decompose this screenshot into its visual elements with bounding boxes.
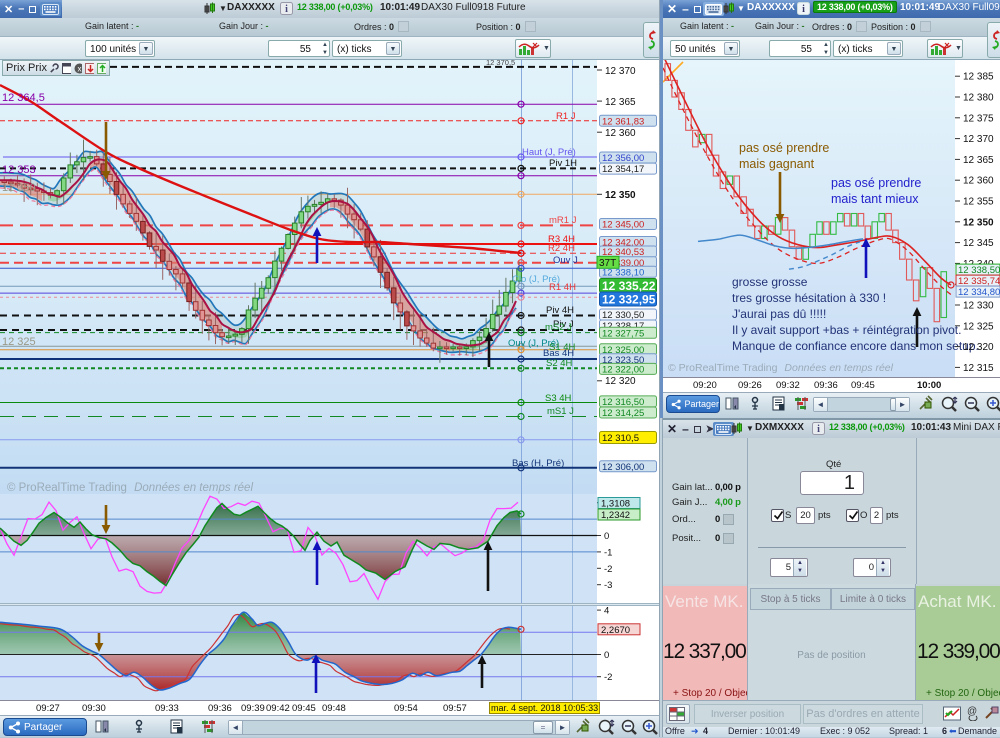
svg-text:12 360: 12 360 — [963, 176, 994, 187]
svg-text:12 330: 12 330 — [963, 301, 994, 312]
svg-text:J'aurai pas dû !!!!!: J'aurai pas dû !!!!! — [732, 307, 826, 321]
svg-text:12 356,00: 12 356,00 — [602, 153, 644, 164]
svg-text:pas osé prendre: pas osé prendre — [739, 141, 829, 155]
svg-text:12 365: 12 365 — [963, 155, 994, 166]
svg-text:12 322,00: 12 322,00 — [602, 365, 644, 376]
svg-text:mais gagnant: mais gagnant — [739, 157, 815, 171]
svg-text:Piv 4H: Piv 4H — [546, 305, 574, 316]
svg-text:12 335,22: 12 335,22 — [602, 279, 656, 293]
svg-text:37T: 37T — [599, 258, 616, 269]
svg-text:mS1 J: mS1 J — [547, 406, 574, 417]
svg-text:12 360: 12 360 — [605, 128, 636, 139]
svg-text:12 327,75: 12 327,75 — [602, 328, 644, 339]
svg-text:0: 0 — [604, 650, 609, 661]
svg-text:12 345,00: 12 345,00 — [602, 220, 644, 231]
svg-text:1,3108: 1,3108 — [601, 499, 630, 510]
svg-text:12 345: 12 345 — [963, 238, 994, 249]
svg-text:-1: -1 — [604, 547, 612, 558]
svg-text:12 332,95: 12 332,95 — [602, 292, 656, 306]
svg-text:Il y avait support +bas + réin: Il y avait support +bas + réintégration … — [732, 323, 961, 337]
svg-text:grosse grosse: grosse grosse — [732, 275, 808, 289]
svg-text:12 361,83: 12 361,83 — [602, 116, 644, 127]
svg-text:12 385: 12 385 — [963, 72, 994, 83]
svg-text:12 320: 12 320 — [605, 376, 636, 387]
svg-text:1,2342: 1,2342 — [601, 510, 630, 521]
svg-text:12 320: 12 320 — [963, 342, 994, 353]
svg-text:12 350: 12 350 — [605, 190, 636, 201]
svg-text:12 338,50: 12 338,50 — [958, 265, 1000, 276]
svg-text:12 350: 12 350 — [2, 182, 36, 194]
svg-text:Piv 1H: Piv 1H — [549, 158, 577, 169]
svg-text:12 350: 12 350 — [963, 217, 994, 228]
svg-text:12 335,74: 12 335,74 — [958, 276, 1000, 287]
svg-text:12 338,10: 12 338,10 — [602, 267, 644, 278]
svg-text:Bas (H, Pré): Bas (H, Pré) — [512, 458, 564, 469]
svg-text:R2 4H: R2 4H — [548, 243, 575, 254]
svg-text:12 325: 12 325 — [2, 336, 36, 348]
svg-text:mR1 J: mR1 J — [549, 215, 577, 226]
svg-text:i: i — [285, 4, 288, 15]
svg-text:4: 4 — [604, 606, 609, 617]
svg-text:-2: -2 — [604, 672, 612, 683]
svg-text:12 306,00: 12 306,00 — [602, 462, 644, 473]
svg-text:tres grosse hésitation à 330 !: tres grosse hésitation à 330 ! — [732, 291, 886, 305]
svg-text:0: 0 — [604, 531, 609, 542]
svg-text:mS2 J: mS2 J — [545, 322, 572, 333]
svg-text:Haut (J, Pré): Haut (J, Pré) — [522, 147, 576, 158]
svg-text:R1 4H: R1 4H — [549, 282, 576, 293]
svg-text:12 334,80: 12 334,80 — [958, 287, 1000, 298]
svg-text:12 315: 12 315 — [963, 363, 994, 374]
svg-text:i: i — [817, 424, 820, 435]
svg-text:x: x — [77, 64, 81, 73]
svg-text:12 365: 12 365 — [605, 97, 636, 108]
svg-text:12 314,25: 12 314,25 — [602, 408, 644, 419]
svg-text:Manque de confiance encore dan: Manque de confiance encore dans mon setu… — [732, 339, 979, 353]
svg-text:mais tant mieux: mais tant mieux — [831, 192, 919, 206]
svg-text:12 354,17: 12 354,17 — [602, 164, 644, 175]
svg-text:12 310,5: 12 310,5 — [602, 433, 639, 444]
svg-text:12 355: 12 355 — [963, 197, 994, 208]
svg-text:S3 4H: S3 4H — [545, 393, 572, 404]
svg-text:R1 J: R1 J — [556, 111, 576, 122]
svg-text:-2: -2 — [604, 564, 612, 575]
svg-text:12 370,5: 12 370,5 — [486, 60, 515, 67]
svg-text:12 353: 12 353 — [2, 164, 36, 176]
svg-text:Ouv J: Ouv J — [553, 255, 578, 266]
svg-text:@: @ — [967, 706, 977, 717]
svg-text:12 325: 12 325 — [963, 321, 994, 332]
svg-text:i: i — [802, 4, 805, 15]
svg-text:-3: -3 — [604, 580, 612, 591]
svg-text:12 370: 12 370 — [605, 66, 636, 77]
svg-text:12 370: 12 370 — [963, 134, 994, 145]
svg-text:2,2670: 2,2670 — [601, 625, 630, 636]
svg-text:12 364,5: 12 364,5 — [2, 92, 45, 104]
svg-text:12 330,50: 12 330,50 — [602, 310, 644, 321]
svg-text:S2 4H: S2 4H — [546, 358, 573, 369]
svg-text:12 316,50: 12 316,50 — [602, 397, 644, 408]
svg-text:12 380: 12 380 — [963, 93, 994, 104]
svg-text:12 375: 12 375 — [963, 113, 994, 124]
svg-text:pas osé prendre: pas osé prendre — [831, 176, 921, 190]
